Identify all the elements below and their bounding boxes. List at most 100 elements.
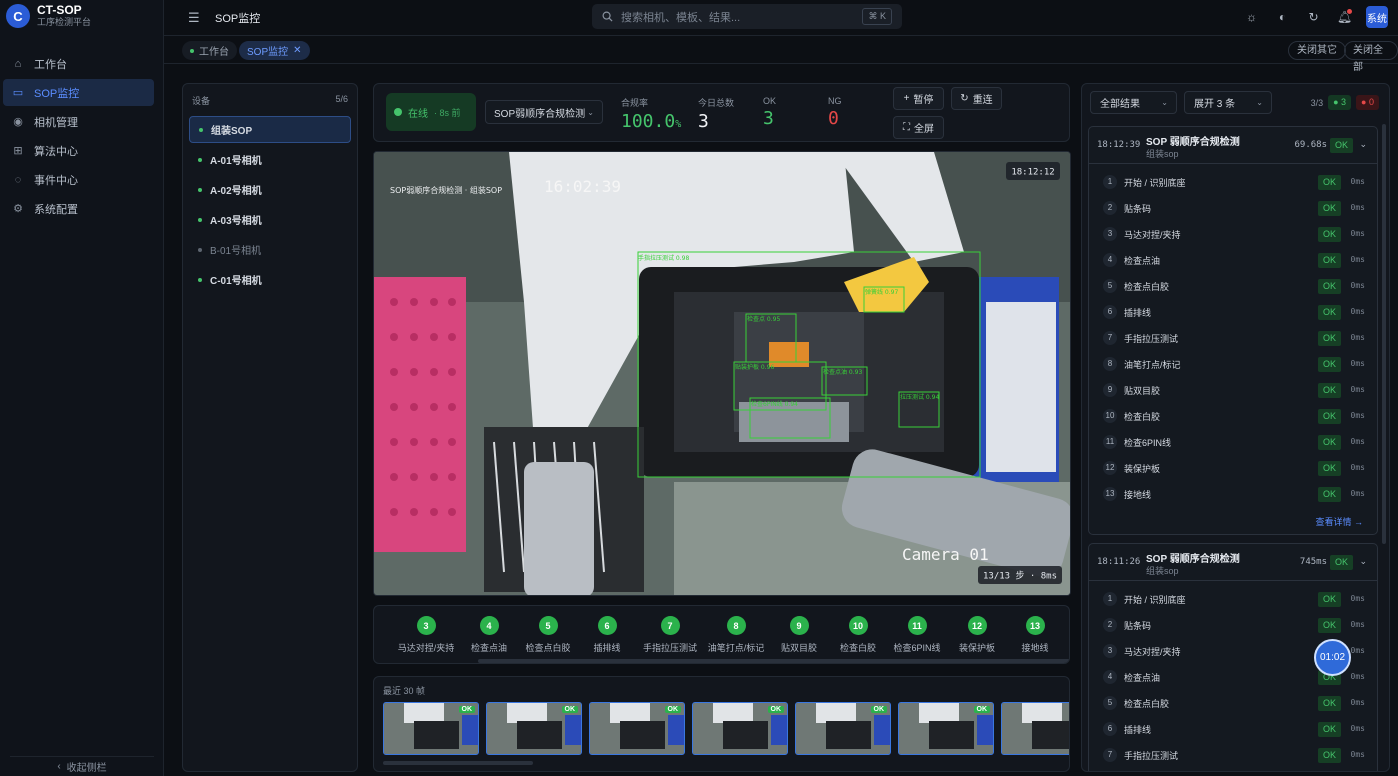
collapse-label: 收起侧栏 — [66, 763, 107, 774]
frame-thumbnail[interactable]: OK — [898, 702, 994, 755]
frame-thumbnail[interactable]: OK — [1001, 702, 1069, 755]
close-all-button[interactable]: 关闭全部 — [1344, 41, 1398, 73]
result-card[interactable]: 18:12:39 SOP 弱顺序合规检测 组装sop 69.68s OK ⌄ 1… — [1088, 126, 1378, 535]
status-badge: OK — [1317, 201, 1341, 216]
status-badge: OK — [1317, 722, 1341, 737]
status-time: · 8s 前 — [434, 107, 461, 118]
row-ms: 0ms — [1350, 333, 1365, 342]
close-icon[interactable]: ✕ — [293, 45, 301, 56]
device-panel-title: 设备 — [192, 96, 211, 106]
search-input[interactable]: 搜索相机、模板、结果... ⌘ K — [592, 4, 902, 29]
device-item[interactable]: C-01号相机 — [189, 266, 351, 293]
camera-icon: ◉ — [13, 116, 23, 128]
view-details-link[interactable]: 查看详情 → — [1315, 515, 1363, 528]
row-number: 10 — [1103, 409, 1117, 423]
row-label: 开始 / 识别底座 — [1124, 595, 1186, 605]
fullscreen-button[interactable]: ⛶ 全屏 — [893, 116, 944, 139]
step-label: 接地线 — [1021, 643, 1049, 653]
row-number: 7 — [1103, 331, 1117, 345]
button-label: 重连 — [972, 95, 993, 106]
row-ms: 0ms — [1350, 463, 1365, 472]
recent-frames-panel: 最近 30 帧 OK OK OK OK OK OK OK — [373, 676, 1070, 772]
result-time: 18:11:26 — [1097, 557, 1141, 567]
result-card-header[interactable]: 18:11:26 SOP 弱顺序合规检测 组装sop 745ms OK ⌄ — [1089, 544, 1377, 581]
row-label: 检查点白胶 — [1124, 282, 1170, 292]
detection-label: 检查6PIN线 0.94 — [751, 400, 798, 408]
row-label: 贴条码 — [1124, 621, 1152, 631]
chevron-down-icon: ⌄ — [1161, 98, 1168, 107]
palette-icon[interactable]: ◐ — [1273, 8, 1292, 27]
frame-thumbnail[interactable]: OK — [589, 702, 685, 755]
status-badge: OK — [1317, 175, 1341, 190]
video-overlay-title: SOP弱顺序合规检测 · 组装SOP — [390, 185, 502, 195]
sidebar-item-event-center[interactable]: ◌ 事件中心 — [3, 166, 154, 193]
reconnect-button[interactable]: ↻ 重连 — [951, 87, 1002, 110]
vertical-scrollbar[interactable] — [1382, 124, 1386, 544]
device-item[interactable]: A-02号相机 — [189, 176, 351, 203]
camera-video-feed[interactable]: 手指拉压测试 0.98 检查点 0.95 弹簧线 0.97 贴装护板 0.96 … — [373, 151, 1071, 596]
result-count: 3/3 — [1310, 97, 1324, 108]
row-ms: 0ms — [1350, 307, 1365, 316]
status-badge: OK — [1317, 435, 1341, 450]
frame-thumbnail[interactable]: OK — [692, 702, 788, 755]
device-item[interactable]: 组装SOP — [189, 116, 351, 143]
menu-icon[interactable]: ☰ — [188, 10, 200, 26]
row-label: 装保护板 — [1124, 464, 1161, 474]
row-ms: 0ms — [1350, 646, 1365, 655]
ng-count-badge: ● 0 — [1356, 95, 1379, 110]
row-label: 贴双目胶 — [1124, 386, 1161, 396]
sidebar-item-system-config[interactable]: ⚙ 系统配置 — [3, 195, 154, 222]
refresh-icon: ↻ — [960, 93, 969, 104]
avatar[interactable]: 系统 — [1366, 6, 1388, 28]
frame-thumbnail[interactable]: OK — [486, 702, 582, 755]
result-card-header[interactable]: 18:12:39 SOP 弱顺序合规检测 组装sop 69.68s OK ⌄ — [1089, 127, 1377, 164]
theme-sun-icon[interactable]: ☼ — [1242, 8, 1261, 27]
chevron-down-icon[interactable]: ⌄ — [1359, 139, 1367, 150]
step-number: 11 — [907, 616, 927, 635]
device-name: A-01号相机 — [210, 156, 262, 167]
status-label: 在线 — [408, 108, 428, 120]
refresh-icon[interactable]: ↻ — [1304, 8, 1323, 27]
device-item[interactable]: A-03号相机 — [189, 206, 351, 233]
template-value: SOP弱顺序合规检测 — [494, 108, 586, 120]
status-badge: OK — [1317, 305, 1341, 320]
floating-timer-button[interactable]: 01:02 — [1314, 639, 1351, 676]
tab-dot — [190, 48, 194, 53]
device-item[interactable]: B-01号相机 — [189, 236, 351, 263]
result-row: 7 手指拉压测试 OK 0ms — [1089, 743, 1379, 769]
result-row: 13 接地线 OK 0ms — [1089, 482, 1379, 508]
result-row: 12 装保护板 OK 0ms — [1089, 456, 1379, 482]
row-label: 检查点油 — [1124, 673, 1161, 683]
sidebar-item-camera-management[interactable]: ◉ 相机管理 — [3, 108, 154, 135]
horizontal-scrollbar[interactable] — [478, 659, 1069, 663]
bell-icon[interactable]: 🔔︎ — [1335, 8, 1354, 27]
sidebar-item-workbench[interactable]: ⌂ 工作台 — [3, 50, 154, 77]
frame-thumbnail[interactable]: OK — [795, 702, 891, 755]
tab-workbench[interactable]: 工作台 — [182, 41, 237, 60]
sidebar-item-algorithm-center[interactable]: ⊞ 算法中心 — [3, 137, 154, 164]
result-row: 6 插排线 OK 0ms — [1089, 300, 1379, 326]
step-item[interactable]: 13 接地线 — [995, 616, 1069, 654]
ok-badge: OK — [664, 706, 681, 713]
pause-button[interactable]: + 暂停 — [893, 87, 944, 110]
chevron-down-icon[interactable]: ⌄ — [1359, 556, 1367, 567]
device-item[interactable]: A-01号相机 — [189, 146, 351, 173]
status-badge: OK — [1329, 555, 1353, 570]
result-filter-select[interactable]: 全部结果 ⌄ — [1090, 91, 1177, 114]
sidebar-item-sop-monitor[interactable]: ▭ SOP监控 — [3, 79, 154, 106]
step-label: 检查点白胶 — [525, 643, 571, 653]
device-name: A-03号相机 — [210, 216, 262, 227]
horizontal-scrollbar[interactable] — [383, 761, 533, 765]
frame-thumbnail[interactable]: OK — [383, 702, 479, 755]
step-strip: 3 马达对捏/夹持 4 检查点油 5 检查点白胶 6 插排线 7 手指拉压测试 8 油笔打点… — [373, 605, 1070, 664]
pass-rate-value: 100.0 — [621, 111, 676, 132]
video-frame: 手指拉压测试 0.98 检查点 0.95 弹簧线 0.97 贴装护板 0.96 … — [374, 152, 1070, 595]
close-others-button[interactable]: 关闭其它 — [1288, 41, 1346, 60]
tab-sop-monitor[interactable]: SOP监控 ✕ — [239, 41, 310, 60]
expand-select[interactable]: 展开 3 条 ⌄ — [1184, 91, 1272, 114]
row-label: 油笔打点/标记 — [1124, 360, 1181, 370]
collapse-sidebar-button[interactable]: ‹ 收起侧栏 — [10, 756, 154, 776]
row-number: 2 — [1103, 618, 1117, 632]
detection-label: 检查点油 0.93 — [823, 368, 862, 376]
template-select[interactable]: SOP弱顺序合规检测 ⌄ — [485, 100, 603, 124]
